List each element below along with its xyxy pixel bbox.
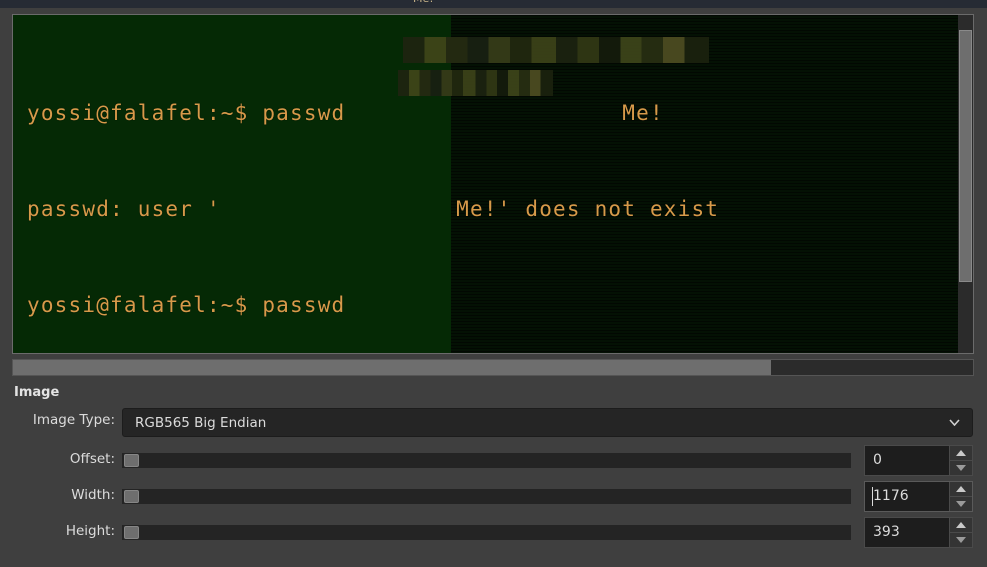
scrollbar-thumb[interactable] — [959, 30, 972, 282]
chevron-down-icon — [949, 419, 960, 426]
spinner-down-button[interactable] — [950, 461, 972, 475]
spinner-up-button[interactable] — [950, 446, 972, 461]
preview-vertical-scrollbar[interactable] — [958, 15, 973, 353]
redaction-block — [403, 37, 709, 63]
image-type-row: Image Type: RGB565 Big Endian — [0, 408, 987, 437]
offset-label: Offset: — [69, 451, 115, 467]
triangle-down-icon — [956, 537, 966, 543]
triangle-up-icon — [956, 522, 966, 528]
decoded-image-canvas[interactable]: yossi@falafel:~$ passwd Me! passwd: user… — [13, 15, 960, 353]
window-titlebar: Me! — [0, 0, 987, 8]
redaction-block — [398, 70, 553, 96]
triangle-up-icon — [956, 486, 966, 492]
terminal-line: passwd: user ' Me!' does not exist — [27, 197, 720, 221]
height-label: Height: — [65, 523, 115, 539]
titlebar-cut-text: Me! — [413, 0, 434, 4]
terminal-line: yossi@falafel:~$ passwd Me! — [27, 101, 664, 125]
height-slider[interactable] — [122, 525, 851, 540]
width-label: Width: — [71, 487, 115, 503]
image-group-title: Image — [14, 385, 60, 400]
height-row: Height: 393 — [0, 517, 987, 548]
spinner-down-button[interactable] — [950, 533, 972, 547]
width-value: 1176 — [873, 488, 909, 504]
spinner-up-button[interactable] — [950, 482, 972, 497]
offset-row: Offset: 0 — [0, 445, 987, 476]
spinner-buttons[interactable] — [949, 518, 972, 547]
triangle-down-icon — [956, 465, 966, 471]
image-preview-panel: yossi@falafel:~$ passwd Me! passwd: user… — [0, 8, 987, 380]
image-type-label: Image Type: — [32, 412, 115, 428]
offset-value: 0 — [873, 452, 882, 468]
width-spinbox[interactable]: 1176 — [864, 481, 973, 512]
spinner-up-button[interactable] — [950, 518, 972, 533]
offset-slider[interactable] — [122, 453, 851, 468]
slider-handle[interactable] — [124, 526, 139, 539]
image-preview-frame[interactable]: yossi@falafel:~$ passwd Me! passwd: user… — [12, 14, 974, 354]
slider-handle[interactable] — [124, 454, 139, 467]
height-value: 393 — [873, 524, 900, 540]
width-row: Width: 1176 — [0, 481, 987, 512]
terminal-line: yossi@falafel:~$ passwd — [27, 293, 346, 317]
height-spinbox[interactable]: 393 — [864, 517, 973, 548]
width-slider[interactable] — [122, 489, 851, 504]
spinner-buttons[interactable] — [949, 482, 972, 511]
spinner-down-button[interactable] — [950, 497, 972, 511]
image-type-select[interactable]: RGB565 Big Endian — [122, 408, 973, 437]
preview-horizontal-scrollbar[interactable] — [12, 359, 974, 376]
triangle-up-icon — [956, 450, 966, 456]
slider-handle[interactable] — [124, 490, 139, 503]
triangle-down-icon — [956, 501, 966, 507]
image-type-value: RGB565 Big Endian — [135, 415, 267, 431]
offset-spinbox[interactable]: 0 — [864, 445, 973, 476]
scrollbar-thumb[interactable] — [13, 360, 771, 375]
spinner-buttons[interactable] — [949, 446, 972, 475]
